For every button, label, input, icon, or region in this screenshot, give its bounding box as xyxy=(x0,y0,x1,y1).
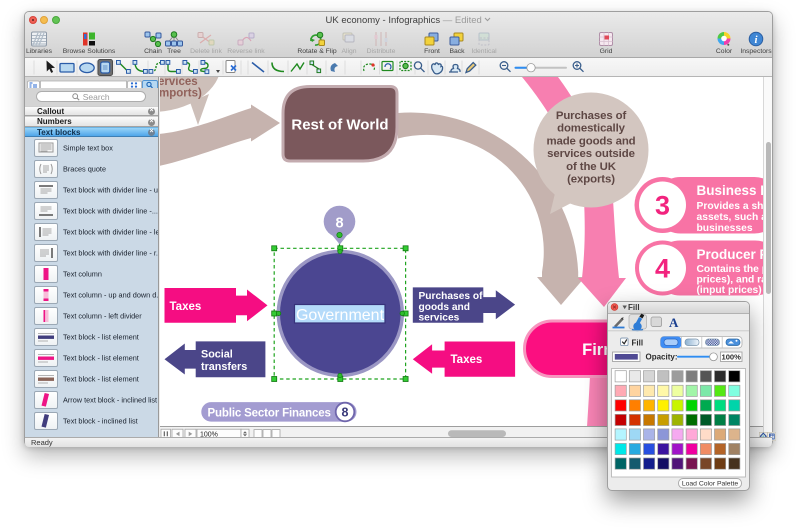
svg-text:transfers: transfers xyxy=(201,361,247,373)
svg-text:Fill: Fill xyxy=(632,339,644,348)
svg-text:A: A xyxy=(669,315,679,330)
svg-text:Government: Government xyxy=(296,307,385,324)
svg-text:(exports): (exports) xyxy=(567,174,615,186)
svg-text:(input prices): (input prices) xyxy=(697,285,762,296)
svg-text:prices), and raw: prices), and raw xyxy=(697,275,764,286)
svg-text:of the UK: of the UK xyxy=(566,161,617,173)
svg-text:Fill: Fill xyxy=(628,303,640,312)
svg-text:Rest of World: Rest of World xyxy=(291,117,388,134)
svg-text:businesses: businesses xyxy=(697,223,753,234)
svg-text:Opacity:: Opacity: xyxy=(646,353,678,362)
svg-text:goods and: goods and xyxy=(419,302,471,313)
svg-text:services outside: services outside xyxy=(547,148,635,160)
svg-text:assets, such as: assets, such as xyxy=(697,212,764,223)
svg-text:Social: Social xyxy=(201,349,233,361)
svg-text:mports): mports) xyxy=(160,88,202,100)
svg-text:Taxes: Taxes xyxy=(170,301,202,313)
svg-text:Load Color Palette: Load Color Palette xyxy=(682,480,739,487)
svg-text:Purchases of: Purchases of xyxy=(419,291,484,302)
svg-text:Producer Pr: Producer Pr xyxy=(697,247,764,262)
svg-text:8: 8 xyxy=(335,215,343,231)
svg-text:services: services xyxy=(419,312,460,323)
svg-text:Public Sector Finances: Public Sector Finances xyxy=(208,407,331,419)
svg-text:8: 8 xyxy=(342,406,349,420)
svg-text:Purchases of: Purchases of xyxy=(556,110,627,122)
svg-text:domestically: domestically xyxy=(557,123,626,135)
svg-text:100%: 100% xyxy=(721,352,741,361)
svg-text:ervices: ervices xyxy=(160,77,198,88)
svg-text:Taxes: Taxes xyxy=(451,354,483,366)
svg-text:Contains the pri: Contains the pri xyxy=(697,264,764,275)
svg-text:4: 4 xyxy=(655,254,670,284)
svg-text:Provides a short: Provides a short xyxy=(697,201,764,212)
svg-text:Business In: Business In xyxy=(697,183,764,198)
svg-text:3: 3 xyxy=(655,191,670,221)
svg-text:made goods and: made goods and xyxy=(546,135,635,147)
